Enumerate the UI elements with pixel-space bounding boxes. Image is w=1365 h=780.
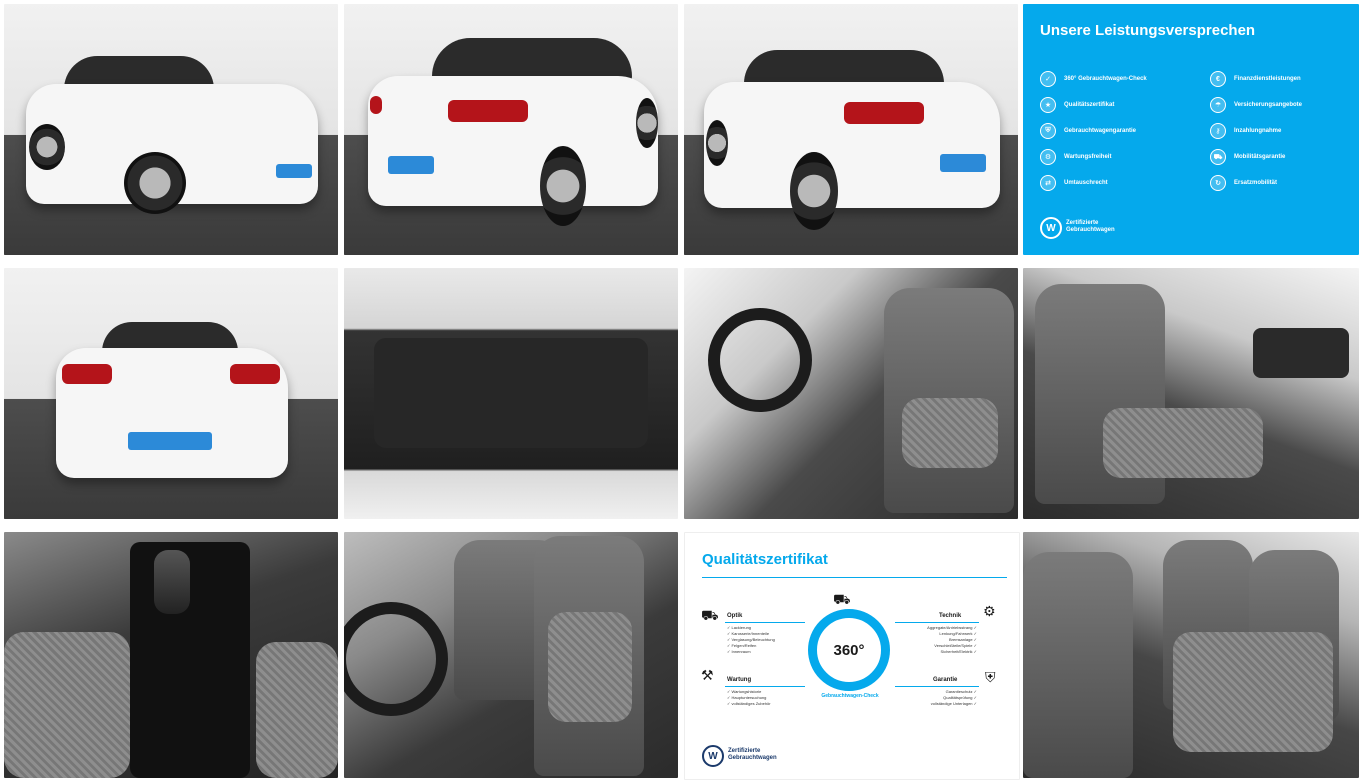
tail-lamp xyxy=(370,96,382,114)
trunk-floor xyxy=(374,338,648,448)
seat-cushion xyxy=(1173,632,1333,752)
license-plate xyxy=(940,154,986,172)
category-rule xyxy=(895,686,979,687)
gallery-image-quality-certificate[interactable]: Qualitätszertifikat ⛟ Optik ✓ Lackierung… xyxy=(684,532,1020,780)
rear-wheel xyxy=(29,124,65,170)
rear-wheel xyxy=(540,146,586,226)
service-icon: ⚒ xyxy=(701,667,714,683)
rear-wheel xyxy=(790,152,838,230)
insurance-icon: ☂ xyxy=(1210,97,1226,113)
technik-list: Aggregate/Antriebsstrang ✓ Lenkung/Fahrwe… xyxy=(927,625,977,654)
category-optik: Optik xyxy=(727,613,743,619)
gallery-image-rear-three-quarter-right[interactable] xyxy=(344,4,678,255)
front-wheel xyxy=(124,152,186,214)
optik-list: ✓ Lackierung ✓ Karosserie/Innenteile ✓ Ver… xyxy=(727,625,775,654)
garantie-list: Garantieschutz ✓ Qualitätsprüfung ✓ vollst… xyxy=(930,689,977,706)
front-seat xyxy=(1023,552,1133,778)
promise-title: Unsere Leistungsversprechen xyxy=(1040,22,1256,39)
category-technik: Technik xyxy=(939,613,962,619)
promise-item: ⇄ Umtauschrecht xyxy=(1040,175,1108,191)
check-icon: ✓ xyxy=(1040,71,1056,87)
promise-item: € Finanzdienstleistungen xyxy=(1210,71,1301,87)
certificate-icon: ★ xyxy=(1040,97,1056,113)
category-rule xyxy=(725,686,805,687)
tail-lamp xyxy=(62,364,112,384)
dashboard xyxy=(1253,328,1349,378)
seat-cushion xyxy=(902,398,998,468)
car-icon: ⛟ xyxy=(1210,149,1226,165)
promise-item: ↻ Ersatzmobilität xyxy=(1210,175,1277,191)
gallery-image-trunk[interactable] xyxy=(344,268,678,519)
finance-icon: € xyxy=(1210,71,1226,87)
car-paint-icon: ⛟ xyxy=(701,607,719,623)
license-plate xyxy=(388,156,434,174)
promise-item: ☂ Versicherungsangebote xyxy=(1210,97,1302,113)
promise-item: ✓ 360° Gebrauchtwagen-Check xyxy=(1040,71,1147,87)
category-rule xyxy=(725,622,805,623)
gear-knob xyxy=(154,550,190,614)
tail-lamp xyxy=(230,364,280,384)
car-body xyxy=(368,76,658,206)
wrench-icon: ⚙ xyxy=(1040,149,1056,165)
category-garantie: Garantie xyxy=(933,677,958,683)
promise-item: ⚙ Wartungsfreiheit xyxy=(1040,149,1111,165)
engine-icon: ⚙ xyxy=(983,603,996,619)
seat-cushion xyxy=(256,642,338,778)
tail-lamp xyxy=(844,102,924,124)
seat-cushion xyxy=(4,632,130,778)
steering-wheel xyxy=(344,602,448,716)
shield-check-icon: ⛨ xyxy=(985,669,996,685)
seat-cushion xyxy=(548,612,632,722)
360-check-badge: 360° xyxy=(808,609,890,691)
car-body xyxy=(704,82,1000,208)
promise-item: ⚷ Inzahlungnahme xyxy=(1210,123,1281,139)
gallery-image-front-seats-driver[interactable] xyxy=(684,268,1018,519)
category-rule xyxy=(895,622,979,623)
promise-brand-text: Zertifizierte Gebrauchtwagen xyxy=(1066,220,1115,233)
key-icon: ⚷ xyxy=(1210,123,1226,139)
gallery-image-rear[interactable] xyxy=(4,268,338,519)
category-wartung: Wartung xyxy=(727,677,752,683)
tail-lamp xyxy=(448,100,528,122)
front-wheel xyxy=(706,120,728,166)
license-plate xyxy=(276,164,312,178)
car-check-icon: ⛟ xyxy=(833,591,851,607)
front-wheel xyxy=(636,98,658,148)
certificate-title: Qualitätszertifikat xyxy=(702,551,828,568)
steering-wheel xyxy=(708,308,812,412)
mobility-icon: ↻ xyxy=(1210,175,1226,191)
vw-logo-icon: W xyxy=(702,745,724,767)
seat-cushion xyxy=(1103,408,1263,478)
title-rule xyxy=(702,577,1007,578)
promise-item: ★ Qualitätszertifikat xyxy=(1040,97,1114,113)
center-console xyxy=(130,542,250,778)
promise-item: ⛟ Mobilitätsgarantie xyxy=(1210,149,1285,165)
gallery-image-promise-panel[interactable]: Unsere Leistungsversprechen ✓ 360° Gebrau… xyxy=(1023,4,1359,255)
vw-logo-icon: W xyxy=(1040,217,1062,239)
gallery-image-front-seats-passenger[interactable] xyxy=(1023,268,1359,519)
promise-item: ⛨ Gebrauchtwagengarantie xyxy=(1040,123,1136,139)
badge-caption: Gebrauchtwagen-Check xyxy=(821,693,879,699)
gallery-image-gear-shifter[interactable] xyxy=(4,532,338,778)
gallery-image-rear-seats[interactable] xyxy=(1023,532,1359,778)
gallery-image-front-three-quarter[interactable] xyxy=(4,4,338,255)
wartung-list: ✓ Wartungshistorie ✓ Hauptuntersuchung ✓ v… xyxy=(727,689,771,706)
gallery-image-front-seats-angle[interactable] xyxy=(344,532,678,778)
license-plate xyxy=(128,432,212,450)
gallery-image-rear-three-quarter-left[interactable] xyxy=(684,4,1018,255)
exchange-icon: ⇄ xyxy=(1040,175,1056,191)
certificate-brand-text: Zertifizierte Gebrauchtwagen xyxy=(728,748,777,761)
shield-icon: ⛨ xyxy=(1040,123,1056,139)
